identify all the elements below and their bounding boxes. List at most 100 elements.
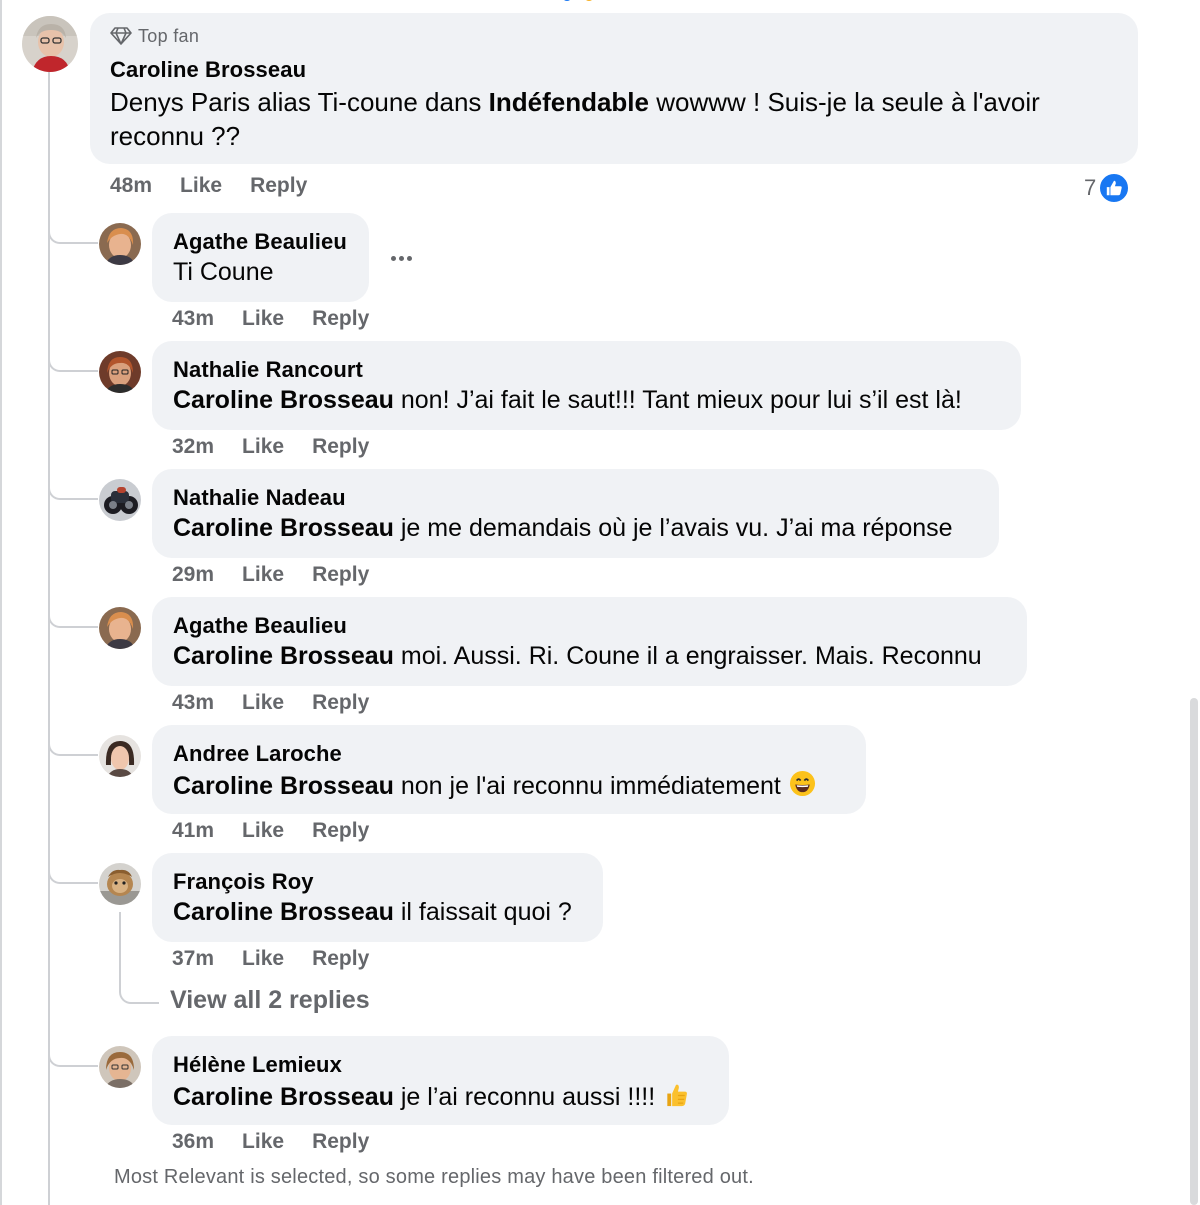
reply-actions: 32m Like Reply [172, 432, 369, 462]
reply-text-body: moi. Aussi. Ri. Coune il a engraisser. M… [393, 642, 982, 670]
mention-link[interactable]: Caroline Brosseau [173, 514, 394, 542]
reply-author[interactable]: Hélène Lemieux [173, 1052, 342, 1078]
reply-timestamp[interactable]: 41m [172, 819, 214, 843]
like-button[interactable]: Like [242, 307, 284, 331]
comment-timestamp[interactable]: 48m [110, 174, 152, 198]
reply-text: Caroline Brosseau non! J’ai fait le saut… [173, 386, 962, 415]
like-button[interactable]: Like [242, 691, 284, 715]
avatar[interactable] [22, 16, 78, 72]
thread-connector [48, 868, 98, 884]
reply-actions: 37m Like Reply [172, 944, 369, 974]
reply-button[interactable]: Reply [312, 819, 369, 843]
reply-actions: 29m Like Reply [172, 560, 369, 590]
mention-link[interactable]: Caroline Brosseau [173, 642, 394, 670]
reaction-summary[interactable]: 7 [1084, 172, 1131, 204]
top-fan-label: Top fan [138, 25, 200, 46]
reply-bubble: François Roy Caroline Brosseau il faissa… [152, 853, 603, 942]
like-button[interactable]: Like [180, 174, 222, 198]
comment-text: Denys Paris alias Ti-coune dans Indéfend… [110, 85, 1040, 153]
reply-text-body: non je l'ai reconnu immédiatement [393, 772, 781, 800]
sub-thread-connector [119, 988, 159, 1004]
reply-button[interactable]: Reply [312, 435, 369, 459]
reply-timestamp[interactable]: 37m [172, 947, 214, 971]
reply-button[interactable]: Reply [312, 947, 369, 971]
reply-bubble: Agathe Beaulieu Caroline Brosseau moi. A… [152, 597, 1027, 686]
comment-author[interactable]: Caroline Brosseau [110, 57, 306, 83]
avatar[interactable] [99, 607, 141, 649]
thread-connector [48, 484, 98, 500]
avatar[interactable] [99, 863, 141, 905]
reply-button[interactable]: Reply [312, 307, 369, 331]
reply-bubble: Andree Laroche Caroline Brosseau non je … [152, 725, 866, 814]
thread-connector [48, 228, 98, 244]
more-options-button[interactable] [390, 246, 416, 270]
reply-text: Ti Coune [173, 258, 274, 286]
reply-text-body: je me demandais où je l’avais vu. J’ai m… [393, 514, 953, 542]
reply-timestamp[interactable]: 43m [172, 691, 214, 715]
reply-actions: 43m Like Reply [172, 304, 369, 334]
avatar[interactable] [99, 735, 141, 777]
reply-timestamp[interactable]: 32m [172, 435, 214, 459]
comment-text-line2: reconnu ?? [110, 121, 241, 151]
reaction-count: 7 [1084, 175, 1097, 200]
diamond-icon [110, 27, 132, 45]
reply-actions: 41m Like Reply [172, 816, 369, 846]
comment-bubble: Top fan Caroline Brosseau Denys Paris al… [90, 13, 1138, 164]
comment-text-part2: wowww ! Suis-je la seule à l'avoir [648, 87, 1040, 117]
mention-link[interactable]: Caroline Brosseau [173, 898, 394, 926]
comment-thread: Top fan Caroline Brosseau Denys Paris al… [0, 0, 1200, 1205]
reply-button[interactable]: Reply [312, 691, 369, 715]
thread-connector [48, 612, 98, 628]
thread-connector [48, 356, 98, 372]
reply-author[interactable]: Nathalie Rancourt [173, 357, 363, 383]
reply-text-body: non! J’ai fait le saut!!! Tant mieux pou… [393, 386, 962, 414]
reply-actions: 43m Like Reply [172, 688, 369, 718]
reply-actions: 36m Like Reply [172, 1127, 369, 1157]
reply-bubble: Hélène Lemieux Caroline Brosseau je l’ai… [152, 1036, 729, 1125]
thread-connector [48, 1051, 98, 1067]
thumbs-up-icon [1098, 172, 1131, 204]
reply-author[interactable]: François Roy [173, 869, 314, 895]
reply-author[interactable]: Andree Laroche [173, 741, 342, 767]
view-all-replies-link[interactable]: View all 2 replies [170, 986, 370, 1015]
like-button[interactable]: Like [242, 563, 284, 587]
comment-actions: 48m Like Reply [110, 171, 307, 201]
scrollbar[interactable] [1190, 698, 1198, 1205]
comment-text-bold: Indéfendable [488, 87, 649, 117]
avatar[interactable] [99, 479, 141, 521]
sub-thread-line [119, 912, 121, 988]
reply-timestamp[interactable]: 43m [172, 307, 214, 331]
reply-button[interactable]: Reply [250, 174, 307, 198]
reply-text: Caroline Brosseau moi. Aussi. Ri. Coune … [173, 642, 982, 671]
avatar[interactable] [99, 351, 141, 393]
reply-bubble: Nathalie Rancourt Caroline Brosseau non!… [152, 341, 1021, 430]
reply-timestamp[interactable]: 36m [172, 1130, 214, 1154]
reply-author[interactable]: Agathe Beaulieu [173, 613, 347, 639]
thread-line [48, 72, 50, 1205]
reply-author[interactable]: Agathe Beaulieu [173, 229, 347, 255]
comment-text-part1: Denys Paris alias Ti-coune dans [110, 87, 489, 117]
mention-link[interactable]: Caroline Brosseau [173, 386, 394, 414]
mention-link[interactable]: Caroline Brosseau [173, 1083, 394, 1111]
top-fan-badge: Top fan [110, 24, 199, 48]
reply-author[interactable]: Nathalie Nadeau [173, 485, 346, 511]
like-button[interactable]: Like [242, 947, 284, 971]
avatar[interactable] [99, 1046, 141, 1088]
reply-button[interactable]: Reply [312, 1130, 369, 1154]
like-button[interactable]: Like [242, 819, 284, 843]
page-edge-divider [0, 0, 2, 1205]
like-button[interactable]: Like [242, 435, 284, 459]
reply-bubble: Nathalie Nadeau Caroline Brosseau je me … [152, 469, 999, 558]
like-button[interactable]: Like [242, 1130, 284, 1154]
reply-text: Caroline Brosseau il faissait quoi ? [173, 898, 572, 927]
thread-connector [48, 740, 98, 756]
reply-text-body: il faissait quoi ? [393, 898, 572, 926]
reply-bubble: Agathe Beaulieu Ti Coune [152, 213, 369, 302]
mention-link[interactable]: Caroline Brosseau [173, 772, 394, 800]
filter-notice: Most Relevant is selected, so some repli… [114, 1166, 754, 1188]
reply-timestamp[interactable]: 29m [172, 563, 214, 587]
reply-text: Caroline Brosseau je me demandais où je … [173, 514, 953, 543]
reply-text: Caroline Brosseau je l’ai reconnu aussi … [173, 1081, 689, 1112]
reply-button[interactable]: Reply [312, 563, 369, 587]
avatar[interactable] [99, 223, 141, 265]
